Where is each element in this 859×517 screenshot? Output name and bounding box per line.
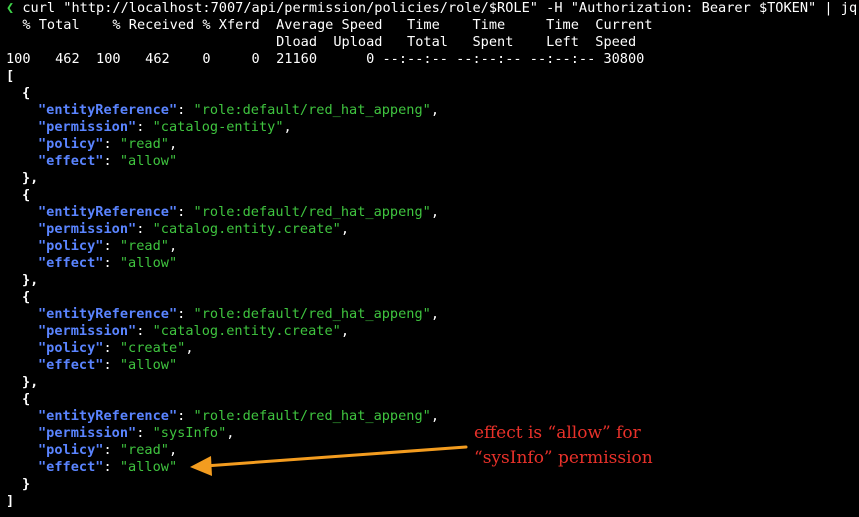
curl-command: curl "http://localhost:7007/api/permissi… bbox=[14, 0, 858, 16]
json-object-close: } bbox=[22, 476, 31, 492]
json-object-close: }, bbox=[22, 374, 39, 390]
annotation-line-2: “sysInfo” permission bbox=[474, 448, 653, 468]
json-object-close: }, bbox=[22, 170, 39, 186]
progress-values: 100 462 100 462 0 0 21160 0 --:--:-- --:… bbox=[6, 51, 645, 67]
json-field-entity-reference: "entityReference": "role:default/red_hat… bbox=[38, 102, 440, 118]
json-field-policy: "policy": "create", bbox=[38, 340, 194, 356]
json-field-permission: "permission": "catalog.entity.create", bbox=[38, 323, 350, 339]
json-field-permission: "permission": "catalog.entity.create", bbox=[38, 221, 350, 237]
json-field-policy: "policy": "read", bbox=[38, 442, 178, 458]
json-field-effect: "effect": "allow" bbox=[38, 357, 178, 373]
command-line: ❮ curl "http://localhost:7007/api/permis… bbox=[6, 0, 857, 17]
progress-header-1: % Total % Received % Xferd Average Speed… bbox=[6, 17, 653, 33]
json-field-policy: "policy": "read", bbox=[38, 238, 178, 254]
json-field-permission: "permission": "sysInfo", bbox=[38, 425, 235, 441]
json-object-open: { bbox=[22, 391, 31, 407]
json-array-close: ] bbox=[6, 493, 15, 509]
terminal-window[interactable]: ❮ curl "http://localhost:7007/api/permis… bbox=[0, 0, 859, 517]
json-field-entity-reference: "entityReference": "role:default/red_hat… bbox=[38, 306, 440, 322]
json-field-effect: "effect": "allow" bbox=[38, 459, 178, 475]
json-object-open: { bbox=[22, 85, 31, 101]
annotation-callout: effect is “allow” for “sysInfo” permissi… bbox=[474, 421, 704, 471]
json-field-entity-reference: "entityReference": "role:default/red_hat… bbox=[38, 204, 440, 220]
json-field-effect: "effect": "allow" bbox=[38, 153, 178, 169]
json-field-permission: "permission": "catalog-entity", bbox=[38, 119, 292, 135]
json-field-effect: "effect": "allow" bbox=[38, 255, 178, 271]
json-object-open: { bbox=[22, 187, 31, 203]
json-object-open: { bbox=[22, 289, 31, 305]
json-array-open: [ bbox=[6, 68, 15, 84]
progress-header-2: Dload Upload Total Spent Left Speed bbox=[6, 34, 637, 50]
prompt-chevron-icon: ❮ bbox=[6, 0, 15, 16]
json-field-entity-reference: "entityReference": "role:default/red_hat… bbox=[38, 408, 440, 424]
json-object-close: }, bbox=[22, 272, 39, 288]
json-field-policy: "policy": "read", bbox=[38, 136, 178, 152]
annotation-line-1: effect is “allow” for bbox=[474, 423, 641, 443]
